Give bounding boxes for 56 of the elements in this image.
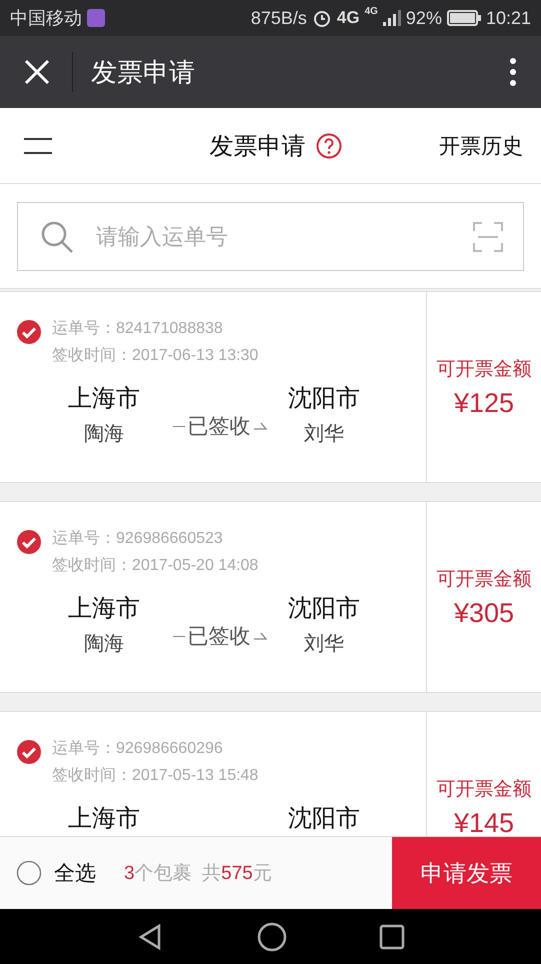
search-icon (40, 220, 74, 254)
checkbox[interactable] (16, 739, 42, 765)
search-field[interactable]: 请输入运单号 (17, 202, 524, 271)
invoice-amount-label: 可开票金额 (436, 778, 532, 802)
carrier-name: 中国移动 (10, 7, 82, 30)
origin-city: 上海市 (68, 594, 140, 624)
clock: 10:21 (486, 8, 531, 28)
select-all-label[interactable]: 全选 (54, 859, 96, 887)
apply-invoice-button[interactable]: 申请发票 (392, 837, 541, 909)
order-card[interactable]: 运单号：824171088838 签收时间：2017-06-13 13:30 上海市 陶海 已签收 沈阳市 刘华 可开票金额 ¥125 (0, 291, 541, 483)
checkbox[interactable] (16, 319, 42, 345)
help-icon[interactable] (316, 132, 342, 158)
menu-icon[interactable] (24, 136, 52, 156)
recipient-name: 刘华 (304, 632, 344, 657)
network-speed: 875B/s (250, 8, 307, 28)
waybill-number: 运单号：926986660523 (52, 529, 224, 549)
selection-summary: 3个包裹 共575元 (124, 862, 272, 886)
invoice-amount: ¥305 (454, 598, 514, 628)
recipient-name: 刘华 (304, 422, 344, 447)
order-card[interactable]: 运单号：926986660523 签收时间：2017-05-20 14:08 上海市 陶海 已签收 沈阳市 刘华 可开票金额 ¥305 (0, 501, 541, 693)
page-title: 发票申请 (210, 132, 306, 162)
destination-city: 沈阳市 (288, 384, 360, 414)
destination-city: 沈阳市 (288, 594, 360, 624)
invoice-amount-label: 可开票金额 (436, 358, 532, 382)
battery-icon (446, 10, 481, 26)
select-all-checkbox[interactable] (16, 860, 42, 886)
delivery-status: 已签收 (188, 414, 250, 440)
receipt-time: 签收时间：2017-06-13 13:30 (52, 346, 258, 366)
checkbox[interactable] (16, 529, 42, 555)
search-field[interactable]: 请输入运单号 (94, 222, 453, 250)
sender-name: 陶海 (84, 632, 124, 657)
close-icon[interactable] (24, 59, 50, 85)
signal-icon (382, 10, 401, 26)
alarm-icon (312, 8, 332, 28)
waybill-number: 运单号：926986660296 (52, 739, 224, 759)
more-icon[interactable] (509, 57, 517, 87)
network-type: 4G (364, 6, 378, 17)
origin-city: 上海市 (68, 804, 140, 834)
receipt-time: 签收时间：2017-05-13 15:48 (52, 766, 258, 786)
delivery-status: 已签收 (188, 624, 250, 650)
destination-city: 沈阳市 (288, 804, 360, 834)
origin-city: 上海市 (68, 384, 140, 414)
home-icon[interactable] (256, 922, 286, 952)
network-type: 4G (336, 8, 360, 28)
invoice-amount-label: 可开票金额 (436, 568, 532, 592)
app-title: 发票申请 (91, 56, 195, 88)
sender-name: 陶海 (84, 422, 124, 447)
invoice-amount: ¥125 (454, 388, 514, 418)
invoice-amount: ¥145 (454, 808, 514, 836)
order-card[interactable]: 运单号：926986660296 签收时间：2017-05-13 15:48 上海市 沈阳市 可开票金额 ¥145 (0, 711, 541, 836)
gallery-icon (87, 9, 105, 27)
waybill-number: 运单号：824171088838 (52, 319, 224, 339)
recent-apps-icon[interactable] (378, 924, 404, 950)
receipt-time: 签收时间：2017-05-20 14:08 (52, 556, 258, 576)
battery-percent: 92% (406, 8, 442, 28)
invoice-history-link[interactable]: 开票历史 (439, 132, 523, 160)
